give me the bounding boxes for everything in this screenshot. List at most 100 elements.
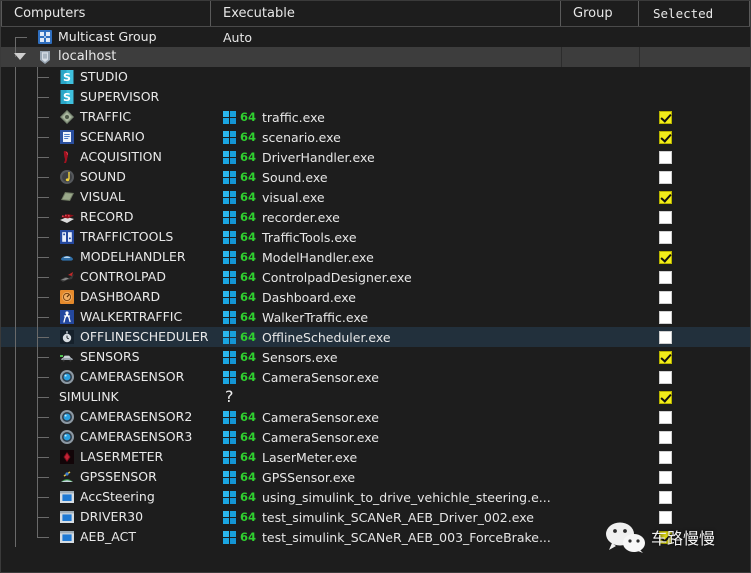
cell-group[interactable] [561, 227, 639, 247]
cell-selected[interactable] [639, 207, 750, 227]
table-row[interactable]: Multicast Group Auto [1, 27, 750, 47]
cell-executable[interactable]: 64 TrafficTools.exe [211, 227, 561, 247]
cell-computer-name[interactable]: TRAFFICTOOLS [1, 227, 211, 247]
cell-computer-name[interactable]: CONTROLPAD [1, 267, 211, 287]
table-row[interactable]: SCENARIO 64 scenario.exe [1, 127, 750, 147]
table-row[interactable]: CAMERASENSOR 64 CameraSensor.exe [1, 367, 750, 387]
checkbox-unchecked[interactable] [659, 470, 672, 484]
cell-computer-name[interactable]: SCENARIO [1, 127, 211, 147]
checkbox-unchecked[interactable] [659, 270, 672, 284]
cell-selected[interactable] [639, 447, 750, 467]
column-header-group[interactable]: Group [561, 1, 639, 26]
cell-group[interactable] [561, 367, 639, 387]
cell-selected[interactable] [639, 307, 750, 327]
cell-group[interactable] [561, 347, 639, 367]
checkbox-checked[interactable] [659, 190, 672, 204]
cell-selected[interactable] [639, 47, 750, 67]
cell-executable[interactable]: 64 DriverHandler.exe [211, 147, 561, 167]
checkbox-unchecked[interactable] [659, 210, 672, 224]
checkbox-unchecked[interactable] [659, 150, 672, 164]
table-row[interactable]: ACQUISITION 64 DriverHandler.exe [1, 147, 750, 167]
cell-executable[interactable]: 64 recorder.exe [211, 207, 561, 227]
cell-executable[interactable] [211, 87, 561, 107]
table-row[interactable]: SOUND 64 Sound.exe [1, 167, 750, 187]
cell-computer-name[interactable]: S SUPERVISOR [1, 87, 211, 107]
cell-group[interactable] [561, 527, 639, 547]
table-row[interactable]: DRIVER30 64 test_simulink_SCANeR_AEB_Drive… [1, 507, 750, 527]
cell-selected[interactable] [639, 67, 750, 87]
cell-group[interactable] [561, 27, 639, 47]
cell-executable[interactable] [211, 67, 561, 87]
cell-computer-name[interactable]: AccSteering [1, 487, 211, 507]
cell-computer-name[interactable]: SOUND [1, 167, 211, 187]
cell-group[interactable] [561, 87, 639, 107]
cell-computer-name[interactable]: DASHBOARD [1, 287, 211, 307]
table-row[interactable]: VISUAL 64 visual.exe [1, 187, 750, 207]
cell-executable[interactable]: 64 LaserMeter.exe [211, 447, 561, 467]
table-row[interactable]: DASHBOARD 64 Dashboard.exe [1, 287, 750, 307]
cell-computer-name[interactable]: WALKERTRAFFIC [1, 307, 211, 327]
checkbox-unchecked[interactable] [659, 510, 672, 524]
table-row[interactable]: AccSteering 64 using_simulink_to_drive_veh… [1, 487, 750, 507]
checkbox-unchecked[interactable] [659, 310, 672, 324]
cell-computer-name[interactable]: LASERMETER [1, 447, 211, 467]
table-row[interactable]: TRAFFIC 64 traffic.exe [1, 107, 750, 127]
cell-executable[interactable]: 64 test_simulink_SCANeR_AEB_003_ForceBrak… [211, 527, 561, 547]
cell-group[interactable] [561, 127, 639, 147]
cell-executable[interactable]: 64 using_simulink_to_drive_vehichle_steer… [211, 487, 561, 507]
cell-group[interactable] [561, 287, 639, 307]
checkbox-checked[interactable] [659, 530, 672, 544]
cell-selected[interactable] [639, 367, 750, 387]
cell-selected[interactable] [639, 387, 750, 407]
cell-group[interactable] [561, 207, 639, 227]
cell-executable[interactable]: 64 Sensors.exe [211, 347, 561, 367]
cell-computer-name[interactable]: RECORD [1, 207, 211, 227]
cell-group[interactable] [561, 407, 639, 427]
cell-group[interactable] [561, 507, 639, 527]
cell-group[interactable] [561, 107, 639, 127]
cell-computer-name[interactable]: CAMERASENSOR2 [1, 407, 211, 427]
checkbox-unchecked[interactable] [659, 170, 672, 184]
cell-selected[interactable] [639, 87, 750, 107]
column-header-computers[interactable]: Computers [1, 1, 211, 26]
cell-selected[interactable] [639, 347, 750, 367]
cell-selected[interactable] [639, 507, 750, 527]
cell-computer-name[interactable]: SENSORS [1, 347, 211, 367]
cell-computer-name[interactable]: ACQUISITION [1, 147, 211, 167]
cell-executable[interactable]: 64 CameraSensor.exe [211, 407, 561, 427]
table-row[interactable]: S SUPERVISOR [1, 87, 750, 107]
checkbox-checked[interactable] [659, 130, 672, 144]
cell-computer-name[interactable]: DRIVER30 [1, 507, 211, 527]
cell-computer-name[interactable]: GPSSENSOR [1, 467, 211, 487]
cell-group[interactable] [561, 467, 639, 487]
checkbox-checked[interactable] [659, 250, 672, 264]
table-row[interactable]: SENSORS 64 Sensors.exe [1, 347, 750, 367]
cell-computer-name[interactable]: VISUAL [1, 187, 211, 207]
cell-executable[interactable]: 64 scenario.exe [211, 127, 561, 147]
checkbox-unchecked[interactable] [659, 330, 672, 344]
table-row[interactable]: OFFLINESCHEDULER 64 OfflineScheduler.exe [1, 327, 750, 347]
table-row[interactable]: TRAFFICTOOLS 64 TrafficTools.exe [1, 227, 750, 247]
cell-group[interactable] [561, 187, 639, 207]
cell-selected[interactable] [639, 187, 750, 207]
cell-computer-name[interactable]: localhost [1, 47, 211, 67]
cell-executable[interactable]: 64 test_simulink_SCANeR_AEB_Driver_002.ex… [211, 507, 561, 527]
cell-selected[interactable] [639, 147, 750, 167]
checkbox-unchecked[interactable] [659, 410, 672, 424]
cell-selected[interactable] [639, 107, 750, 127]
cell-group[interactable] [561, 247, 639, 267]
table-row[interactable]: RECORD 64 recorder.exe [1, 207, 750, 227]
table-row[interactable]: LASERMETER 64 LaserMeter.exe [1, 447, 750, 467]
cell-executable[interactable]: 64 Sound.exe [211, 167, 561, 187]
table-row[interactable]: localhost [1, 47, 750, 67]
checkbox-checked[interactable] [659, 390, 672, 404]
checkbox-checked[interactable] [659, 350, 672, 364]
table-row[interactable]: SIMULINK? [1, 387, 750, 407]
cell-executable[interactable]: 64 CameraSensor.exe [211, 367, 561, 387]
cell-executable[interactable]: 64 CameraSensor.exe [211, 427, 561, 447]
cell-group[interactable] [561, 47, 639, 67]
column-header-executable[interactable]: Executable [211, 1, 561, 26]
cell-group[interactable] [561, 307, 639, 327]
checkbox-unchecked[interactable] [659, 450, 672, 464]
cell-computer-name[interactable]: OFFLINESCHEDULER [1, 327, 211, 347]
